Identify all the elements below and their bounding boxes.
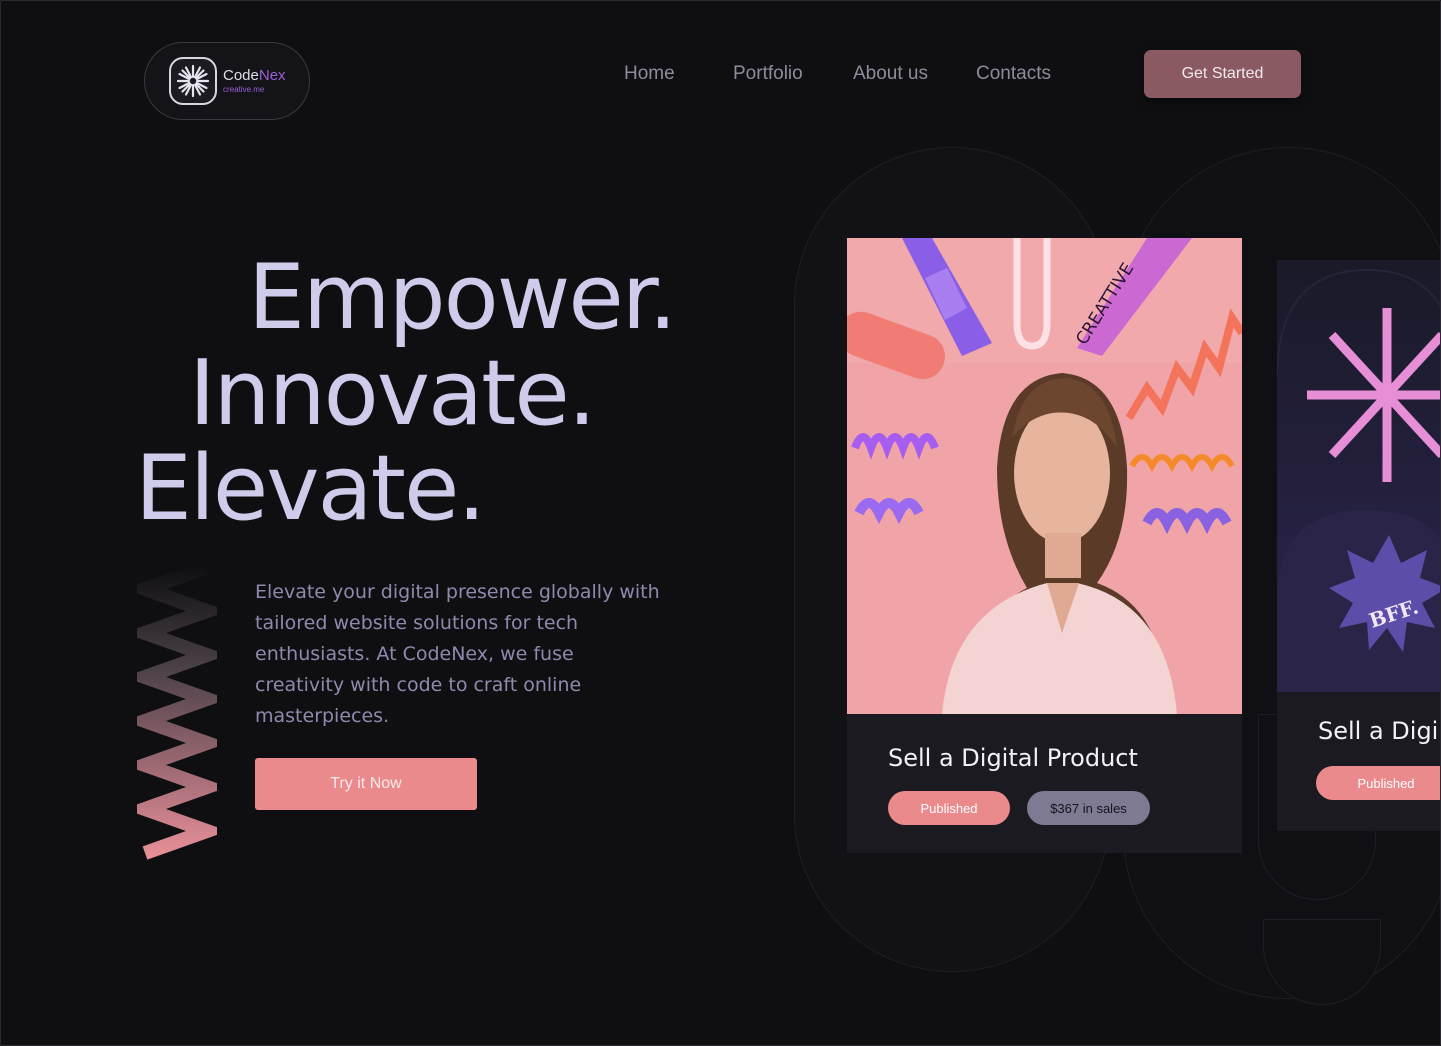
brand-name: CodeNex [223,67,286,84]
product-card[interactable]: BFF. Sell a Digi Published [1277,260,1440,831]
hero-headline-line-3: Elevate. [135,436,486,541]
brand-logo[interactable]: CodeNex creative.me [144,42,310,120]
nav-link-home[interactable]: Home [624,63,675,85]
hero-headline-line-2: Innovate. [189,341,596,446]
page-frame: CodeNex creative.me Home Portfolio About… [0,0,1441,1046]
sales-badge: $367 in sales [1027,791,1150,825]
product-image: BFF. [1277,260,1440,692]
nav-link-about[interactable]: About us [853,63,928,85]
asterisk-logo-icon [169,57,217,105]
nav-link-portfolio[interactable]: Portfolio [733,63,803,85]
card-title: Sell a Digi [1318,717,1439,745]
status-badge: Published [1316,766,1440,800]
product-image: CREATTIVE [847,238,1242,714]
try-it-now-button[interactable]: Try it Now [255,758,477,810]
card-title: Sell a Digital Product [888,744,1138,772]
product-card[interactable]: CREATTIVE Sell a Digital Product Publish… [847,238,1242,853]
nav-link-contacts[interactable]: Contacts [976,63,1051,85]
hero-headline-line-1: Empower. [248,245,677,350]
get-started-button[interactable]: Get Started [1144,50,1301,98]
hero-description: Elevate your digital presence globally w… [255,581,660,727]
brand-tagline: creative.me [223,85,265,94]
status-badge: Published [888,791,1010,825]
zigzag-decoration [137,560,217,860]
